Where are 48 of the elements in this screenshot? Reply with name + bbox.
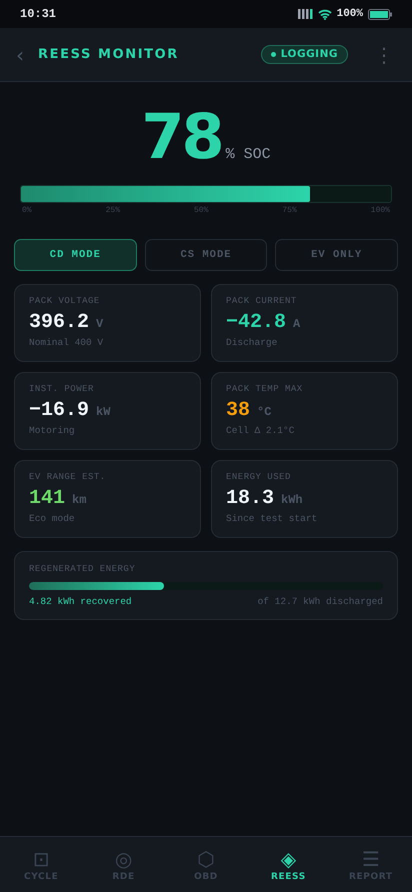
discharged-text: of 12.7 kWh discharged xyxy=(258,596,383,607)
logging-badge: LOGGING xyxy=(260,45,348,64)
metric-label: EV RANGE EST. xyxy=(29,472,107,482)
metric-note: Cell Δ 2.1°C xyxy=(226,425,296,436)
metric-note: Discharge xyxy=(226,337,278,348)
metric-unit: kW xyxy=(96,405,110,419)
status-dot xyxy=(270,52,276,56)
metric-unit: V xyxy=(96,317,104,331)
metric-note: Motoring xyxy=(29,425,76,436)
battery-percent: 100% xyxy=(336,8,363,20)
soc-value: 78 xyxy=(141,100,222,173)
recovered-text: 4.82 kWh recovered xyxy=(29,596,132,607)
clock: 10:31 xyxy=(20,7,56,21)
scale-label: 50% xyxy=(194,206,208,215)
scale-label: 100% xyxy=(370,206,390,215)
metric-value: −16.9 xyxy=(29,399,90,422)
metric-unit: A xyxy=(293,317,300,331)
wifi-icon xyxy=(318,8,332,20)
metric-value: 18.3 xyxy=(226,487,274,510)
metric-unit: km xyxy=(72,493,86,507)
metric-note: Since test start xyxy=(226,513,318,524)
battery-icon xyxy=(368,8,392,20)
mode-tab[interactable]: CD MODE xyxy=(14,239,137,271)
metric-label: PACK CURRENT xyxy=(226,296,298,306)
metric-label: ENERGY USED xyxy=(226,472,292,482)
metric-unit: °C xyxy=(257,405,272,419)
signal-icon xyxy=(298,9,313,19)
mode-tab[interactable]: EV ONLY xyxy=(275,239,398,271)
metric-value: 396.2 xyxy=(29,311,90,334)
regen-label: REGENERATED ENERGY xyxy=(29,564,136,574)
metric-value: 141 xyxy=(29,487,66,510)
metric-note: Nominal 400 V xyxy=(29,337,104,348)
scale-label: 25% xyxy=(106,206,120,215)
scale-label: 0% xyxy=(22,206,32,215)
metric-label: PACK VOLTAGE xyxy=(29,296,101,306)
back-button[interactable]: ‹ xyxy=(14,42,26,66)
scale-label: 75% xyxy=(282,206,297,215)
metric-unit: kWh xyxy=(281,493,303,507)
metric-value: 38 xyxy=(226,399,250,422)
metric-value: −42.8 xyxy=(226,311,286,334)
mode-tab[interactable]: CS MODE xyxy=(144,239,268,271)
nav-tab[interactable]: ◈ REESS xyxy=(247,837,330,892)
metric-note: Eco mode xyxy=(29,513,76,524)
page-title: REESS MONITOR xyxy=(38,47,180,62)
menu-button[interactable]: ⋮ xyxy=(370,42,398,66)
soc-unit: % SOC xyxy=(226,146,271,163)
metric-label: INST. POWER xyxy=(29,384,95,394)
metric-label: PACK TEMP MAX xyxy=(226,384,304,394)
